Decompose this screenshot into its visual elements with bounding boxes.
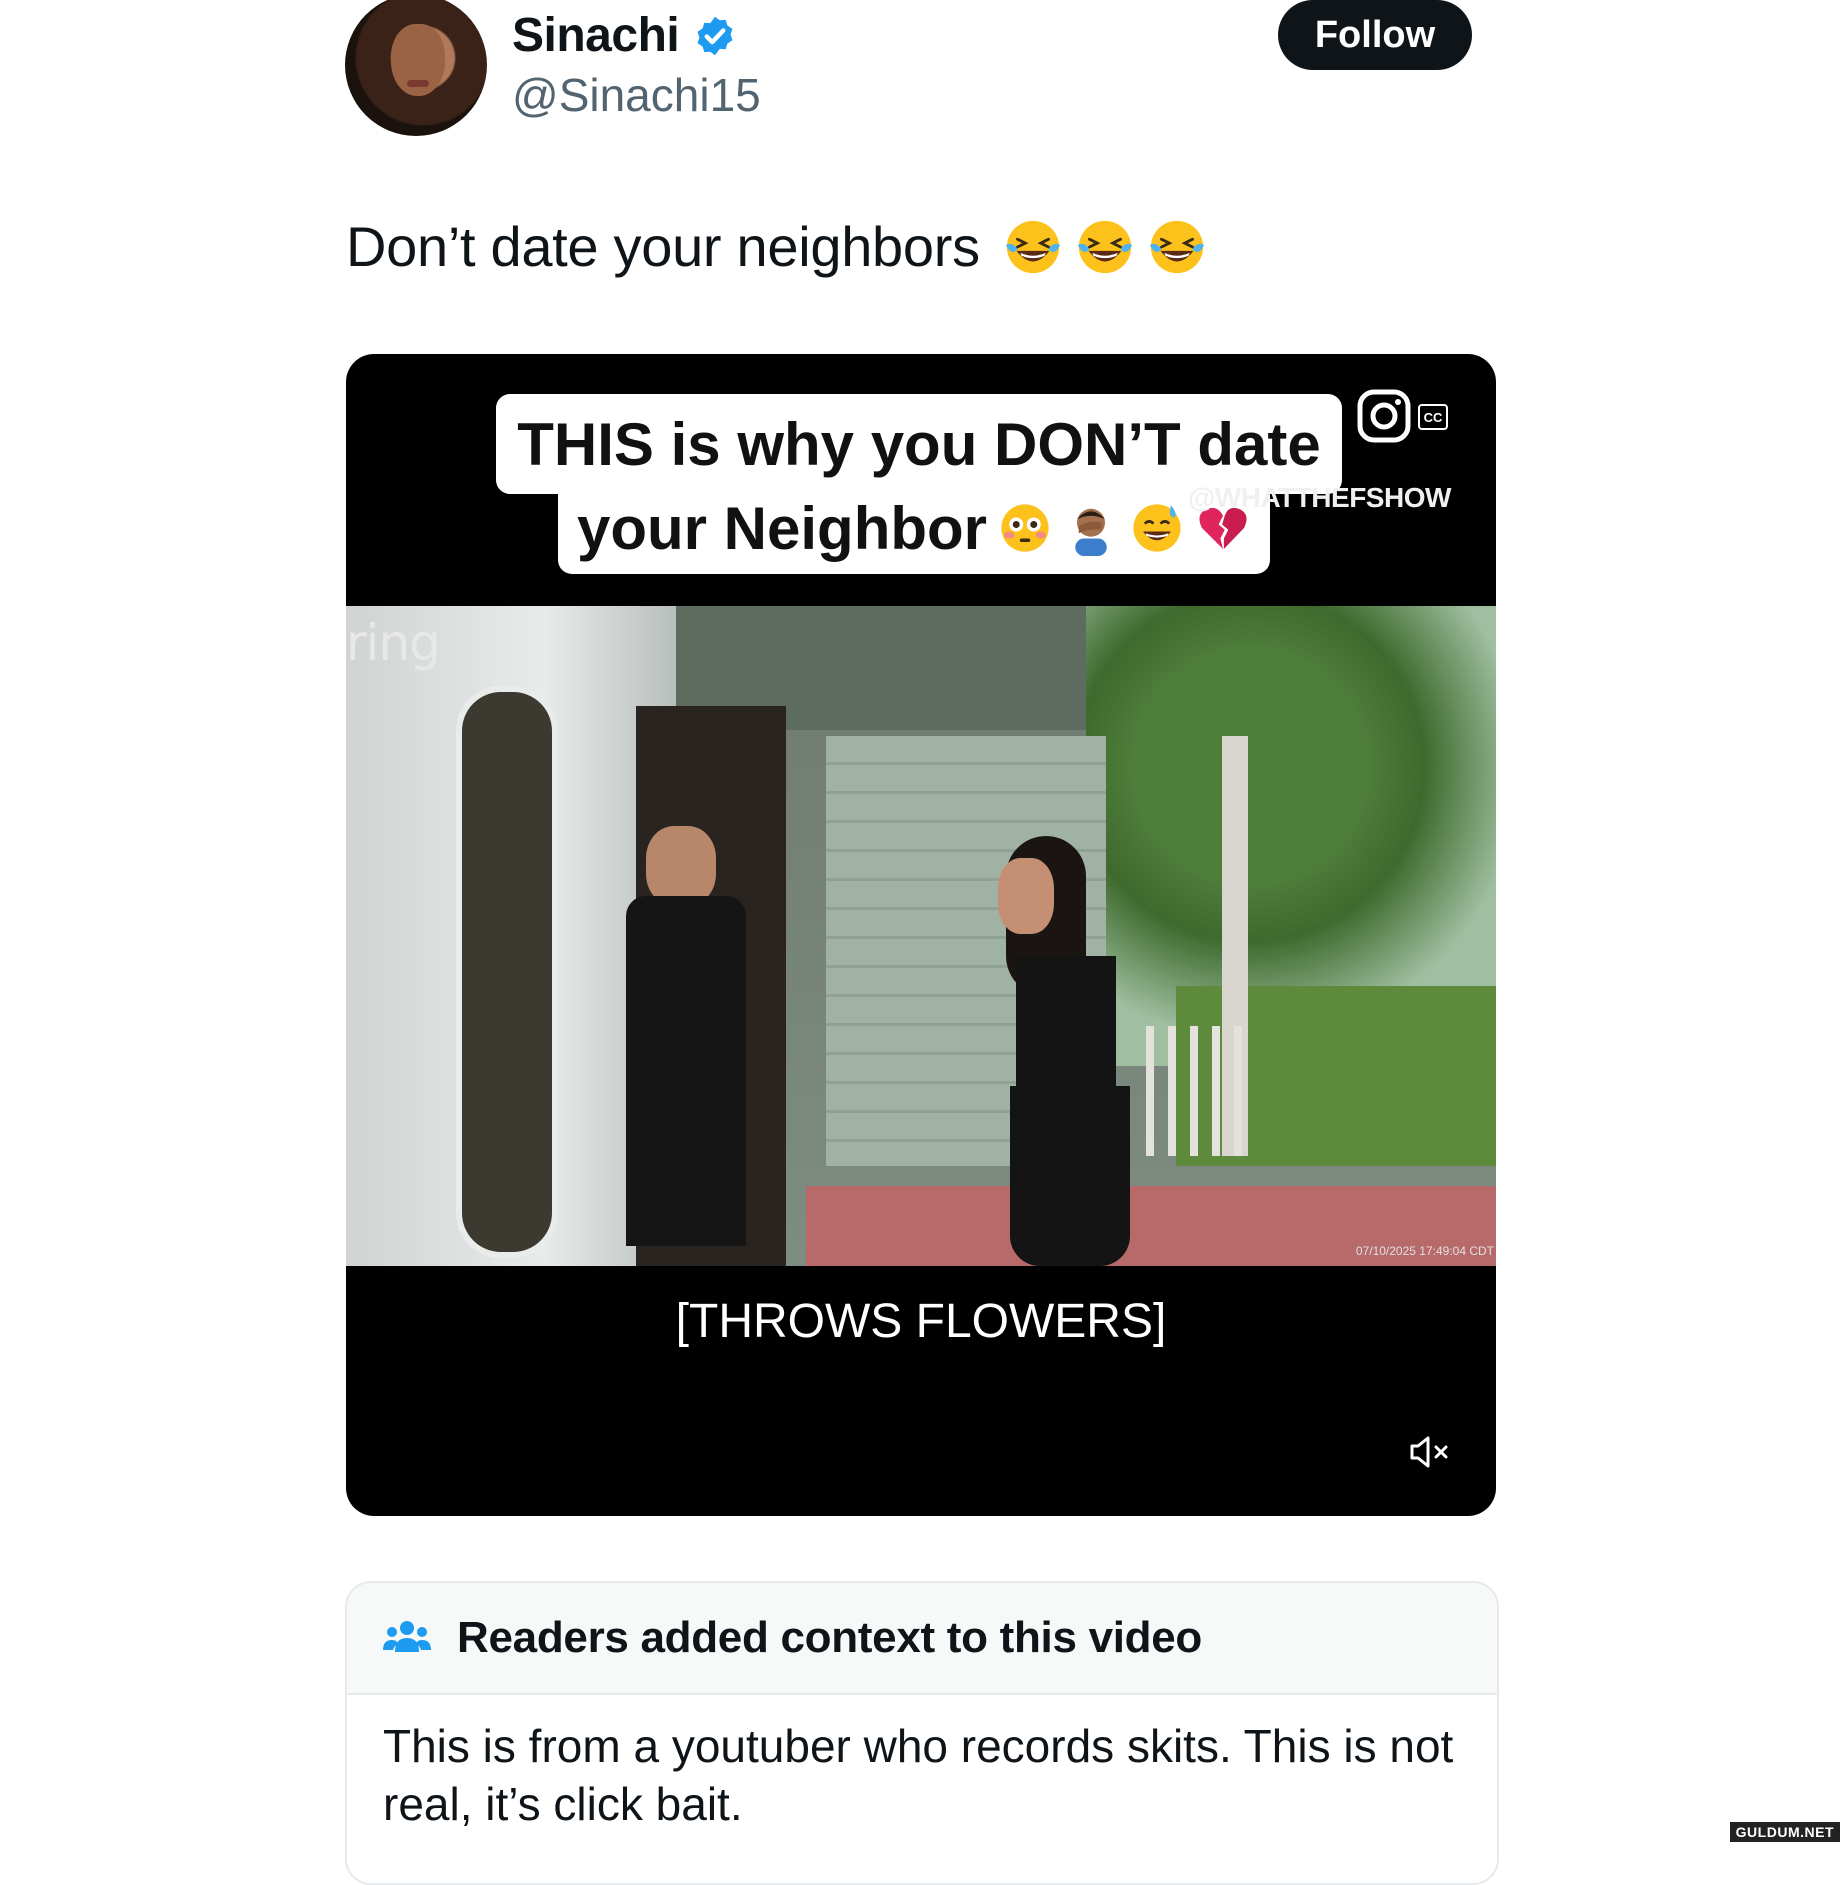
community-note-title: Readers added context to this video	[457, 1613, 1202, 1662]
door-glass	[456, 686, 558, 1258]
author-avatar[interactable]	[345, 0, 487, 136]
community-note-header[interactable]: Readers added context to this video	[347, 1583, 1497, 1695]
video-subtitle: [THROWS FLOWERS]	[675, 1295, 1167, 1348]
facepalm-icon	[1075, 508, 1107, 556]
woman-top	[1016, 956, 1116, 1096]
laughing-tears-icon	[1149, 220, 1204, 273]
people-icon	[383, 1621, 431, 1652]
flushed-face-icon	[1001, 504, 1049, 552]
woman-skirt	[1010, 1086, 1130, 1266]
tweet-text: Don’t date your neighbors	[346, 214, 1208, 279]
avatar-lips	[407, 80, 429, 87]
tweet-text-content: Don’t date your neighbors	[346, 215, 980, 278]
video-frame	[346, 606, 1496, 1266]
caption-line-1: THIS is why you DON’T date	[496, 394, 1342, 494]
author-handle[interactable]: @Sinachi15	[512, 68, 761, 122]
caption-line-2: your Neighbor	[558, 482, 1270, 574]
camera-brand-logo: ring	[346, 614, 441, 672]
follow-button[interactable]: Follow	[1278, 0, 1472, 70]
closed-captions-icon[interactable]: CC	[1418, 404, 1448, 430]
author-name-row[interactable]: Sinachi	[512, 8, 737, 63]
instagram-icon	[1357, 389, 1411, 443]
porch-railing	[1146, 1026, 1256, 1156]
caption-line-2-text: your Neighbor	[576, 494, 987, 562]
site-watermark: GULDUM.NET	[1729, 1822, 1840, 1842]
woman-figure	[986, 836, 1136, 1266]
woman-head	[998, 858, 1054, 934]
man-figure	[626, 826, 746, 1246]
video-watermark: @WHATTHEFSHOW	[1188, 482, 1451, 513]
laughing-tears-icon	[1005, 220, 1060, 273]
sweat-smile-icon	[1133, 504, 1181, 552]
tweet-emojis	[1002, 216, 1208, 278]
video-player[interactable]: THIS is why you DON’T date your Neighbor	[346, 354, 1496, 1516]
community-note: Readers added context to this video This…	[345, 1581, 1499, 1885]
laughing-tears-icon	[1077, 220, 1132, 273]
man-body	[626, 896, 746, 1246]
verified-badge-icon	[697, 16, 733, 55]
camera-timestamp: 07/10/2025 17:49:04 CDT	[1355, 1244, 1494, 1258]
man-head	[646, 826, 716, 906]
muted-speaker-icon[interactable]	[1408, 1434, 1452, 1470]
community-note-body: This is from a youtuber who records skit…	[383, 1720, 1454, 1830]
video-caption-overlay: THIS is why you DON’T date your Neighbor	[496, 394, 1342, 586]
author-display-name[interactable]: Sinachi	[512, 8, 680, 63]
